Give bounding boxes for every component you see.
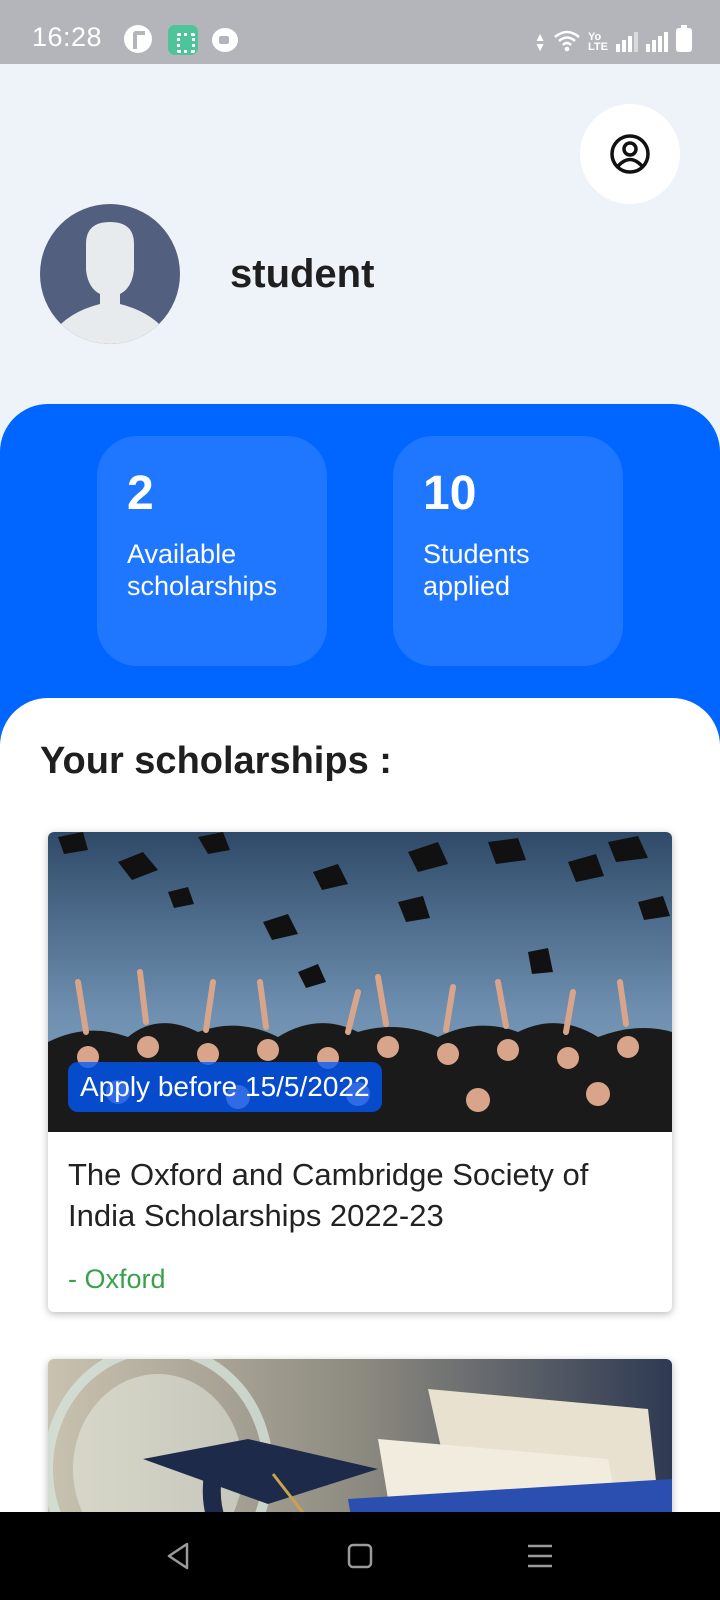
user-silhouette-icon	[52, 222, 168, 344]
stats-panel: 2 Available scholarships 10 Students app…	[0, 404, 720, 744]
stat-label-line2: scholarships	[127, 571, 278, 601]
signal-icon-2	[646, 32, 668, 52]
back-icon	[167, 1542, 189, 1570]
scholarship-title: The Oxford and Cambridge Society of Indi…	[68, 1157, 589, 1233]
data-transfer-icon: ▲ ▼	[534, 30, 547, 54]
home-button[interactable]	[340, 1536, 380, 1576]
stat-label-line1: Students	[423, 539, 530, 569]
section-title: Your scholarships :	[40, 740, 392, 782]
status-time: 16:28	[32, 22, 103, 52]
navigation-bar	[0, 1512, 720, 1600]
status-bar: 16:28 ▲ ▼ Yo LTE	[0, 0, 720, 64]
user-name: student	[230, 252, 375, 296]
signal-icon	[616, 32, 638, 52]
scholarship-card[interactable]: Apply before 15/5/2022 The Oxford and Ca…	[48, 832, 672, 1312]
stat-label-line1: Available	[127, 539, 237, 569]
app-notification-icon	[124, 25, 152, 53]
scholarship-card[interactable]	[48, 1359, 672, 1518]
stat-card-available-scholarships[interactable]: 2 Available scholarships	[97, 436, 327, 666]
stat-label-line2: applied	[423, 571, 511, 601]
wifi-icon	[554, 30, 580, 52]
lte-label: Yo LTE	[588, 32, 608, 53]
lte-label-bottom: LTE	[588, 41, 608, 53]
battery-charging-icon	[676, 25, 692, 52]
scholarship-university: - Oxford	[68, 1264, 166, 1294]
calculator-app-icon	[168, 25, 198, 55]
stat-value: 2	[127, 467, 154, 520]
avatar	[40, 204, 180, 344]
stat-label: Available scholarships	[127, 538, 297, 602]
video-call-icon	[212, 28, 238, 52]
stat-label: Students applied	[423, 538, 593, 602]
stat-value: 10	[423, 467, 477, 520]
back-button[interactable]	[158, 1536, 198, 1576]
user-circle-icon	[610, 134, 650, 174]
deadline-badge: Apply before 15/5/2022	[68, 1062, 382, 1112]
scholarship-image: Apply before 15/5/2022	[48, 832, 672, 1132]
recents-icon	[528, 1544, 552, 1568]
scholarship-image	[48, 1359, 672, 1518]
scholarships-sheet[interactable]: Your scholarships : Apply before 15/5/20…	[0, 698, 720, 1518]
status-indicators: ▲ ▼ Yo LTE	[534, 25, 692, 54]
stat-card-students-applied[interactable]: 10 Students applied	[393, 436, 623, 666]
recents-button[interactable]	[520, 1536, 560, 1576]
profile-button[interactable]	[580, 104, 680, 204]
home-icon	[347, 1543, 373, 1569]
